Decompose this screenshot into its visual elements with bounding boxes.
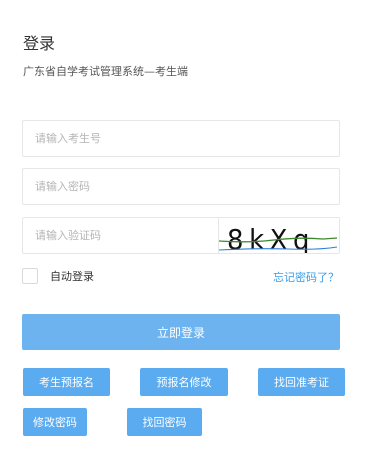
captcha-field: 8kXq [22, 217, 340, 254]
recover-admission-ticket-button[interactable]: 找回准考证 [258, 368, 345, 396]
change-password-button[interactable]: 修改密码 [23, 408, 87, 436]
candidate-id-input[interactable] [23, 121, 339, 156]
auto-login-checkbox[interactable] [22, 268, 38, 284]
modify-pre-register-button[interactable]: 预报名修改 [140, 368, 228, 396]
password-input[interactable] [23, 169, 339, 204]
system-subtitle: 广东省自学考试管理系统—考生端 [23, 65, 188, 78]
pre-register-button[interactable]: 考生预报名 [23, 368, 110, 396]
login-button[interactable]: 立即登录 [22, 314, 340, 350]
captcha-image[interactable]: 8kXq [218, 218, 339, 253]
candidate-id-field [22, 120, 340, 157]
forgot-password-link[interactable]: 忘记密码了？ [273, 269, 339, 285]
auto-login-label: 自动登录 [50, 270, 94, 283]
page-title: 登录 [23, 34, 56, 53]
auto-login-toggle[interactable]: 自动登录 [22, 267, 94, 285]
captcha-input[interactable] [23, 218, 219, 253]
password-field [22, 168, 340, 205]
recover-password-button[interactable]: 找回密码 [127, 408, 202, 436]
